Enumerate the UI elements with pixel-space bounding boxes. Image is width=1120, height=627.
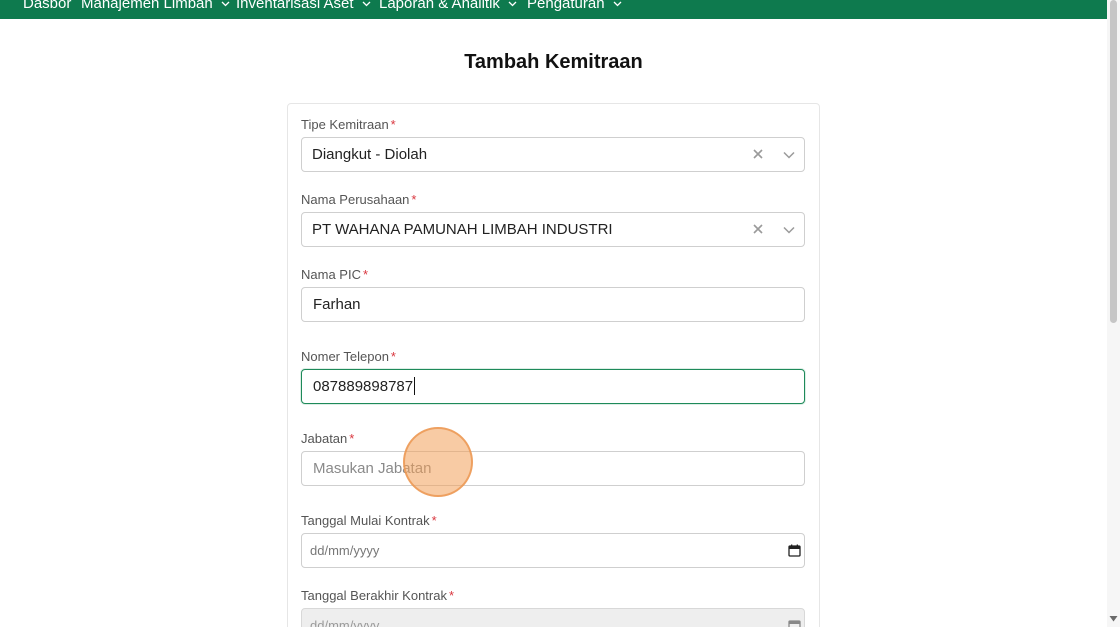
nav-item-laporan-analitik[interactable]: Laporan & Analitik [379, 0, 517, 14]
tipe-kemitraan-select[interactable]: Diangkut - Diolah [301, 137, 805, 172]
nama-pic-label: Nama PIC * [301, 267, 368, 283]
chevron-down-icon [221, 1, 230, 7]
input-value: 087889898787 [313, 378, 414, 395]
label-text: Tanggal Mulai Kontrak [301, 513, 430, 528]
nomer-telepon-input[interactable]: 087889898787 [301, 369, 805, 404]
tanggal-berakhir-date-input[interactable]: dd/mm/yyyy [301, 608, 805, 627]
jabatan-label: Jabatan * [301, 431, 354, 447]
calendar-icon[interactable] [788, 544, 801, 557]
nav-item-manajemen-limbah[interactable]: Manajemen Limbah [81, 0, 230, 14]
select-value: PT WAHANA PAMUNAH LIMBAH INDUSTRI [312, 221, 613, 238]
nav-item-label: Dasbor [23, 0, 72, 12]
label-text: Jabatan [301, 431, 348, 446]
scrollbar-thumb[interactable] [1110, 0, 1117, 323]
required-marker: * [448, 588, 455, 603]
vertical-scrollbar[interactable] [1107, 0, 1120, 627]
chevron-down-icon [613, 1, 622, 7]
required-marker: * [411, 192, 417, 207]
close-icon[interactable] [751, 222, 765, 236]
date-placeholder: dd/mm/yyyy [310, 543, 380, 558]
nav-item-dasbor[interactable]: Dasbor [23, 0, 71, 14]
page-title: Tambah Kemitraan [464, 51, 643, 73]
label-text: Nomer Telepon [301, 349, 389, 364]
chevron-down-icon [508, 1, 517, 7]
select-value: Diangkut - Diolah [312, 146, 428, 163]
required-marker: * [390, 349, 396, 364]
close-icon[interactable] [751, 147, 765, 161]
required-marker: * [390, 117, 396, 132]
label-text: Nama Perusahaan [301, 192, 410, 207]
nav-item-label: Manajemen Limbah [81, 0, 213, 12]
calendar-icon[interactable] [788, 619, 801, 627]
label-text: Tipe Kemitraan [301, 117, 389, 132]
scroll-down-arrow-icon[interactable] [1109, 614, 1118, 623]
required-marker: * [362, 267, 369, 282]
top-navigation: Dasbor Manajemen Limbah Inventarisasi As… [0, 0, 1107, 19]
click-indicator [403, 427, 473, 497]
nama-perusahaan-select[interactable]: PT WAHANA PAMUNAH LIMBAH INDUSTRI [301, 212, 805, 247]
text-caret [414, 377, 416, 396]
tanggal-mulai-date-input[interactable]: dd/mm/yyyy [301, 533, 805, 568]
jabatan-input[interactable]: Masukan Jabatan [301, 451, 805, 486]
input-value: Farhan [313, 296, 361, 313]
label-text: Tanggal Berakhir Kontrak [301, 588, 447, 603]
tanggal-berakhir-label: Tanggal Berakhir Kontrak * [301, 588, 454, 604]
required-marker: * [349, 431, 355, 446]
label-text: Nama PIC [301, 267, 361, 282]
nav-item-pengaturan[interactable]: Pengaturan [527, 0, 622, 14]
nomer-telepon-label: Nomer Telepon * [301, 349, 396, 365]
nav-item-label: Inventarisasi Aset [236, 0, 354, 12]
nav-item-label: Pengaturan [527, 0, 605, 12]
nama-pic-input[interactable]: Farhan [301, 287, 805, 322]
date-placeholder: dd/mm/yyyy [310, 618, 380, 627]
required-marker: * [431, 513, 437, 528]
tanggal-mulai-label: Tanggal Mulai Kontrak * [301, 513, 437, 529]
nav-item-label: Laporan & Analitik [379, 0, 500, 12]
chevron-down-icon[interactable] [782, 223, 796, 237]
chevron-down-icon [362, 1, 371, 7]
nav-item-inventarisasi-aset[interactable]: Inventarisasi Aset [236, 0, 371, 14]
tipe-kemitraan-label: Tipe Kemitraan * [301, 117, 396, 133]
chevron-down-icon[interactable] [782, 148, 796, 162]
nama-perusahaan-label: Nama Perusahaan * [301, 192, 416, 208]
